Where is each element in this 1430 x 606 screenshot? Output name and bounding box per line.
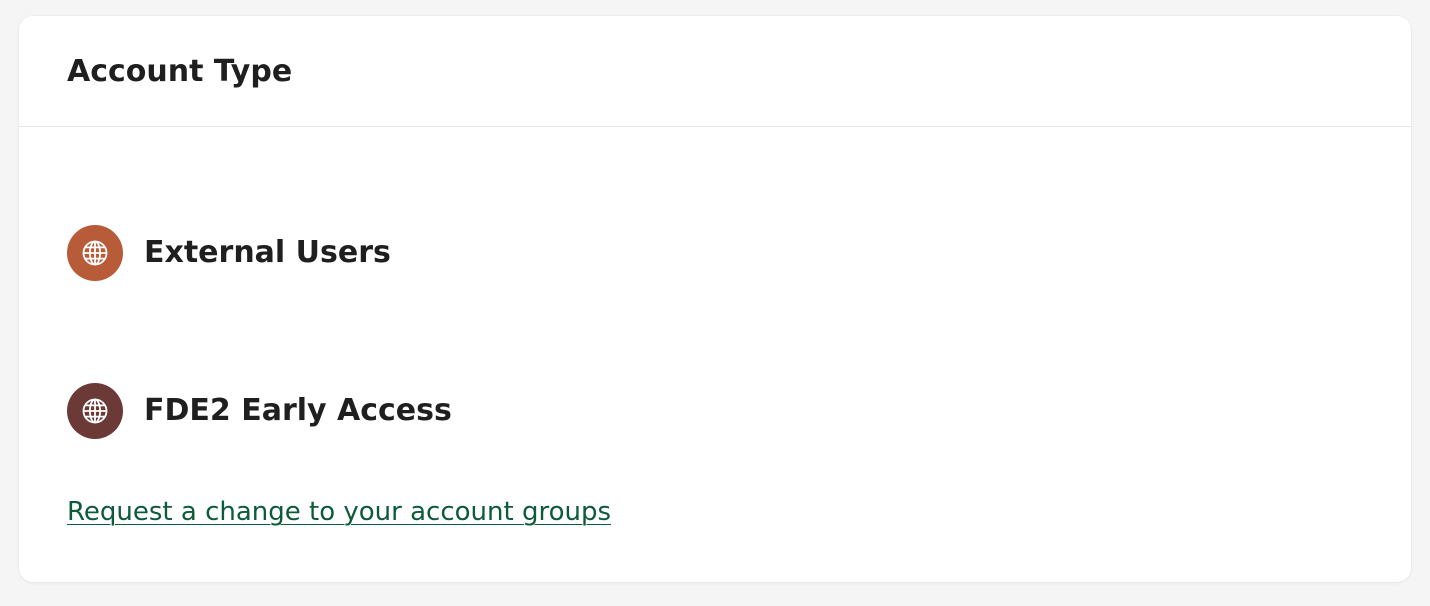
account-group-external-users: External Users — [67, 225, 391, 281]
card-header: Account Type — [19, 16, 1411, 127]
account-type-card: Account Type External Users FDE2 Early A — [19, 16, 1411, 582]
card-title: Account Type — [67, 54, 293, 89]
group-label: FDE2 Early Access — [144, 393, 452, 428]
globe-icon — [67, 383, 123, 439]
account-group-fde2-early-access: FDE2 Early Access — [67, 383, 452, 439]
request-account-group-change-link[interactable]: Request a change to your account groups — [67, 495, 611, 529]
globe-icon — [67, 225, 123, 281]
group-label: External Users — [144, 235, 391, 270]
